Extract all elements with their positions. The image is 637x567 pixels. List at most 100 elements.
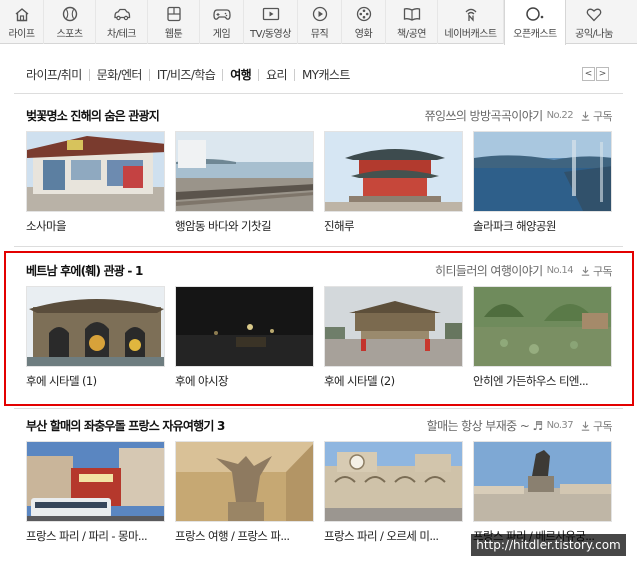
nav-life[interactable]: 라이프 bbox=[0, 0, 44, 44]
section-meta: 히티들러의 여행이야기 No.14 구독 bbox=[435, 262, 613, 279]
card-caption[interactable]: 행암동 바다와 기찻길 bbox=[175, 218, 314, 234]
heart-icon bbox=[584, 5, 604, 23]
gamepad-icon bbox=[212, 5, 232, 23]
card-caption[interactable]: 진해루 bbox=[324, 218, 463, 234]
prev-page-button[interactable]: < bbox=[582, 67, 595, 81]
blog-watermark: http://hitdler.tistory.com bbox=[471, 534, 626, 556]
thumbnail-hue-citadel-1[interactable] bbox=[26, 286, 165, 367]
thumbnail-hue-citadel-2[interactable] bbox=[324, 286, 463, 367]
nav-naver-cast[interactable]: 네이버캐스트 bbox=[438, 0, 504, 44]
section-header: 베트남 후에(훼) 관광 - 1 히티들러의 여행이야기 No.14 구독 bbox=[26, 262, 613, 279]
nav-music[interactable]: 뮤직 bbox=[298, 0, 342, 44]
card-caption[interactable]: 프랑스 여행 / 프랑스 파... bbox=[175, 528, 314, 544]
thumbnail-sosa-village[interactable] bbox=[26, 131, 165, 212]
nav-label: 라이프 bbox=[8, 29, 35, 40]
subscribe-label: 구독 bbox=[592, 419, 613, 433]
divider bbox=[14, 246, 623, 247]
travel-submenu: 라이프/취미 문화/엔터 IT/비즈/학습 여행 요리 MY캐스트 bbox=[26, 66, 357, 84]
pager: < > bbox=[582, 67, 609, 81]
card-list: 후에 시타델 (1) 후에 야시장 후에 시타델 (2) 안히엔 가든하우스 티… bbox=[26, 286, 622, 389]
author-name[interactable]: 히티들러의 여행이야기 bbox=[435, 262, 543, 279]
card[interactable]: 프랑스 파리 / 파리 - 몽마... bbox=[26, 441, 165, 544]
film-reel-icon bbox=[354, 5, 374, 23]
submenu-life-hobby[interactable]: 라이프/취미 bbox=[26, 69, 89, 81]
card[interactable]: 프랑스 여행 / 프랑스 파... bbox=[175, 441, 314, 544]
card[interactable]: 소사마을 bbox=[26, 131, 165, 234]
nav-label: 영화 bbox=[354, 29, 373, 40]
house-icon bbox=[12, 5, 32, 23]
submenu-it-biz[interactable]: IT/비즈/학습 bbox=[148, 69, 222, 81]
card[interactable]: 후에 시타델 (2) bbox=[324, 286, 463, 389]
submenu-culture-ent[interactable]: 문화/엔터 bbox=[88, 69, 149, 81]
nav-movie[interactable]: 영화 bbox=[342, 0, 386, 44]
nav-sports[interactable]: 스포츠 bbox=[44, 0, 96, 44]
nav-car-tech[interactable]: 차/테크 bbox=[96, 0, 148, 44]
subscribe-label: 구독 bbox=[592, 264, 613, 278]
author-name[interactable]: 쮸잉쓰의 방방곡곡이야기 bbox=[425, 107, 544, 124]
card-caption[interactable]: 후에 시타델 (1) bbox=[26, 373, 165, 389]
card[interactable]: 후에 시타델 (1) bbox=[26, 286, 165, 389]
divider bbox=[14, 408, 623, 409]
download-icon bbox=[581, 266, 590, 276]
card[interactable]: 진해루 bbox=[324, 131, 463, 234]
nav-label: TV/동영상 bbox=[250, 29, 291, 40]
card-caption[interactable]: 후에 시타델 (2) bbox=[324, 373, 463, 389]
nav-label: 책/공연 bbox=[397, 29, 426, 40]
nav-open-cast[interactable]: 오픈캐스트 bbox=[504, 0, 566, 45]
card[interactable]: 솔라파크 해양공원 bbox=[473, 131, 612, 234]
next-page-button[interactable]: > bbox=[596, 67, 609, 81]
nav-books-shows[interactable]: 책/공연 bbox=[386, 0, 438, 44]
nav-game[interactable]: 게임 bbox=[200, 0, 244, 44]
thumbnail-musee-dorsay[interactable] bbox=[324, 441, 463, 522]
card[interactable]: 후에 야시장 bbox=[175, 286, 314, 389]
card-caption[interactable]: 안히엔 가든하우스 티엔... bbox=[473, 373, 612, 389]
card-caption[interactable]: 후에 야시장 bbox=[175, 373, 314, 389]
card[interactable]: 행암동 바다와 기찻길 bbox=[175, 131, 314, 234]
nav-label: 스포츠 bbox=[56, 29, 83, 40]
thumbnail-haengam-seaside[interactable] bbox=[175, 131, 314, 212]
divider bbox=[14, 93, 623, 94]
subscribe-button[interactable]: 구독 bbox=[581, 108, 613, 124]
card-caption[interactable]: 소사마을 bbox=[26, 218, 165, 234]
issue-number: No.22 bbox=[546, 110, 574, 121]
section-title[interactable]: 벚꽃명소 진해의 숨은 관광지 bbox=[26, 107, 160, 124]
submenu-my-cast[interactable]: MY캐스트 bbox=[293, 69, 357, 81]
card-caption[interactable]: 솔라파크 해양공원 bbox=[473, 218, 612, 234]
section-title[interactable]: 부산 할매의 좌충우돌 프랑스 자유여행기 3 bbox=[26, 417, 225, 434]
card[interactable]: 프랑스 파리 / 베르사유궁... bbox=[473, 441, 612, 544]
section-meta: 쮸잉쓰의 방방곡곡이야기 No.22 구독 bbox=[425, 107, 613, 124]
card[interactable]: 안히엔 가든하우스 티엔... bbox=[473, 286, 612, 389]
card[interactable]: 프랑스 파리 / 오르세 미... bbox=[324, 441, 463, 544]
nav-label: 뮤직 bbox=[310, 29, 329, 40]
thumbnail-louvre-winged-victory[interactable] bbox=[175, 441, 314, 522]
nav-label: 게임 bbox=[212, 29, 231, 40]
nav-label: 공익/나눔 bbox=[575, 29, 613, 40]
nav-label: 오픈캐스트 bbox=[513, 29, 557, 40]
submenu-cooking[interactable]: 요리 bbox=[258, 69, 294, 81]
subscribe-button[interactable]: 구독 bbox=[581, 263, 613, 279]
card-list: 프랑스 파리 / 파리 - 몽마... 프랑스 여행 / 프랑스 파... 프랑… bbox=[26, 441, 622, 544]
webtoon-icon bbox=[164, 5, 184, 23]
nav-label: 네이버캐스트 bbox=[444, 29, 497, 40]
download-icon bbox=[581, 421, 590, 431]
thumbnail-paris-montmartre[interactable] bbox=[26, 441, 165, 522]
section-title[interactable]: 베트남 후에(훼) 관광 - 1 bbox=[26, 262, 143, 279]
card-caption[interactable]: 프랑스 파리 / 오르세 미... bbox=[324, 528, 463, 544]
card-caption[interactable]: 프랑스 파리 / 파리 - 몽마... bbox=[26, 528, 165, 544]
thumbnail-versailles[interactable] bbox=[473, 441, 612, 522]
card-list: 소사마을 행암동 바다와 기찻길 진해루 솔라파크 해양공원 bbox=[26, 131, 622, 234]
naver-cast-icon bbox=[461, 5, 481, 23]
thumbnail-jinhaeru[interactable] bbox=[324, 131, 463, 212]
nav-tv-video[interactable]: TV/동영상 bbox=[244, 0, 298, 44]
nav-public-sharing[interactable]: 공익/나눔 bbox=[566, 0, 622, 44]
thumbnail-an-hien-garden-house[interactable] bbox=[473, 286, 612, 367]
subscribe-button[interactable]: 구독 bbox=[581, 418, 613, 434]
submenu-travel[interactable]: 여행 bbox=[222, 69, 258, 81]
section-meta: 할매는 항상 부재중 ~ ♬ No.37 구독 bbox=[427, 417, 613, 434]
thumbnail-solar-park[interactable] bbox=[473, 131, 612, 212]
nav-webtoon[interactable]: 웹툰 bbox=[148, 0, 200, 44]
tv-play-icon bbox=[261, 5, 281, 23]
nav-label: 차/테크 bbox=[107, 29, 136, 40]
author-name[interactable]: 할매는 항상 부재중 ~ ♬ bbox=[427, 417, 544, 434]
thumbnail-hue-night-market[interactable] bbox=[175, 286, 314, 367]
